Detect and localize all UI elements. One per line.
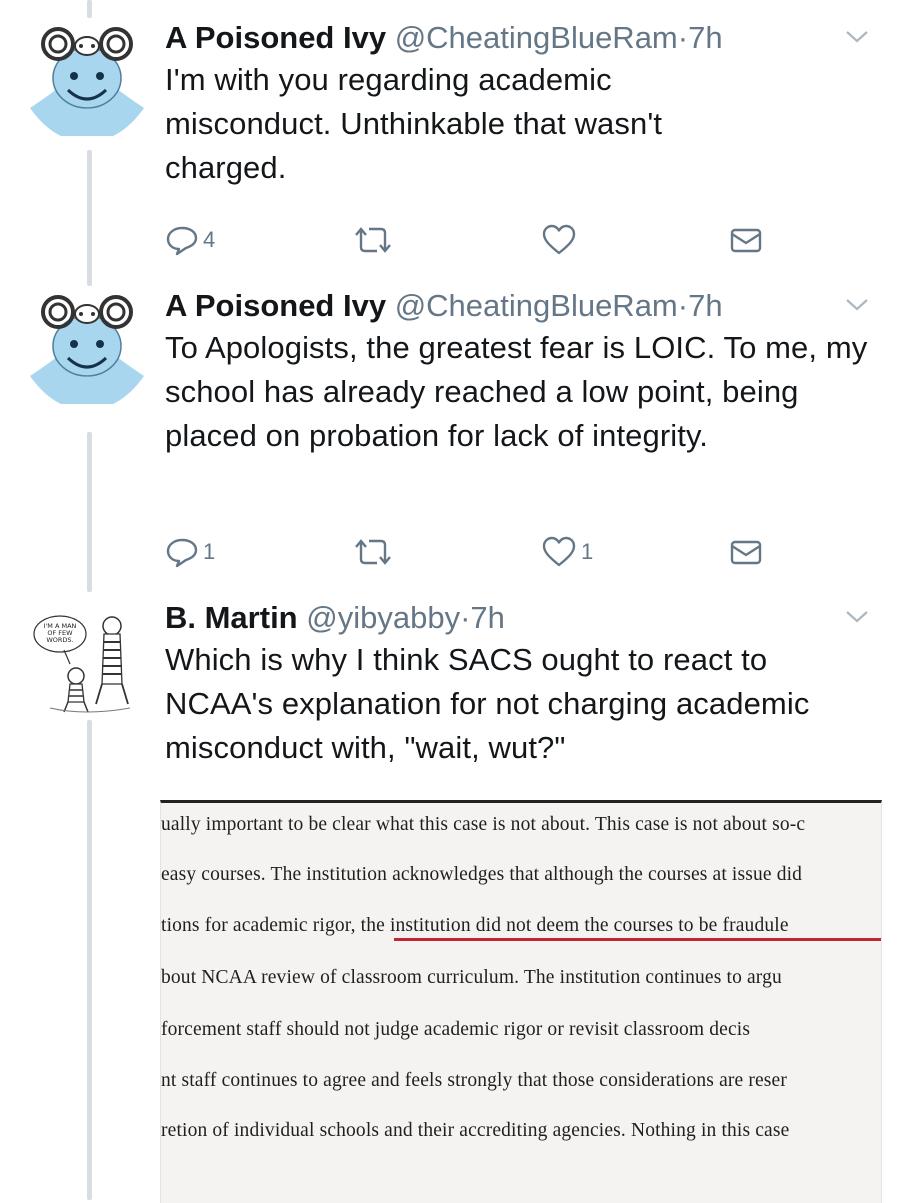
message-icon	[730, 228, 762, 253]
tweet[interactable]: A Poisoned Ivy @CheatingBlueRam·7h To Ap…	[0, 286, 907, 586]
separator-dot: ·	[677, 20, 689, 55]
chevron-down-icon[interactable]	[843, 606, 871, 626]
document-line: forcement staff should not judge academi…	[161, 1019, 751, 1040]
document-line: tions for academic rigor, the institutio…	[161, 915, 789, 936]
avatar[interactable]: I'M A MAN OF FEW WORDS.	[30, 604, 140, 716]
tweet-actions: 1 1	[165, 532, 775, 572]
retweet-icon	[355, 227, 391, 253]
tweet-text: I'm with you regarding academic miscondu…	[165, 62, 663, 185]
author-name[interactable]: A Poisoned Ivy	[165, 20, 386, 55]
ram-avatar-icon	[30, 27, 144, 136]
attached-document-image[interactable]: ually important to be clear what this ca…	[160, 800, 882, 1203]
direct-message-button[interactable]	[729, 220, 763, 260]
avatar[interactable]	[28, 18, 146, 136]
tweet-text: Which is why I think SACS ought to react…	[165, 642, 810, 765]
timestamp[interactable]: 7h	[688, 288, 722, 323]
document-line: nt staff continues to agree and feels st…	[161, 1070, 787, 1091]
chevron-down-icon[interactable]	[843, 26, 871, 46]
document-line: easy courses. The institution acknowledg…	[161, 864, 803, 885]
author-handle[interactable]: @CheatingBlueRam	[395, 20, 678, 55]
comic-avatar-icon: I'M A MAN OF FEW WORDS.	[30, 604, 140, 716]
reply-icon	[166, 226, 198, 256]
like-count: 1	[581, 539, 594, 564]
avatar[interactable]	[28, 286, 146, 404]
tweet-actions: 4	[165, 220, 775, 260]
reply-button[interactable]: 4	[165, 220, 215, 260]
like-button[interactable]: 1	[541, 532, 593, 572]
retweet-button[interactable]	[353, 532, 393, 572]
reply-count: 1	[203, 539, 216, 564]
separator-dot: ·	[677, 288, 689, 323]
document-line: bout NCAA review of classroom curriculum…	[161, 967, 782, 988]
comic-speech-text: I'M A MAN OF FEW WORDS.	[44, 622, 77, 644]
reply-button[interactable]: 1	[165, 532, 215, 572]
reply-icon	[166, 538, 198, 568]
like-icon	[542, 224, 576, 255]
tweet-header: A Poisoned Ivy @CheatingBlueRam·7h	[165, 18, 879, 58]
direct-message-button[interactable]	[729, 532, 763, 572]
timestamp[interactable]: 7h	[470, 600, 504, 635]
reply-count: 4	[203, 227, 216, 252]
separator-dot: ·	[460, 600, 471, 635]
message-icon	[730, 540, 762, 565]
red-underline-highlight	[394, 938, 881, 941]
document-line: retion of individual schools and their a…	[161, 1120, 790, 1141]
author-handle[interactable]: @yibyabby	[306, 600, 460, 635]
retweet-button[interactable]	[353, 220, 393, 260]
tweet-text: To Apologists, the greatest fear is LOIC…	[165, 330, 868, 453]
tweet[interactable]: A Poisoned Ivy @CheatingBlueRam·7h I'm w…	[0, 0, 907, 280]
timestamp[interactable]: 7h	[688, 20, 722, 55]
author-name[interactable]: A Poisoned Ivy	[165, 288, 386, 323]
tweet-header: A Poisoned Ivy @CheatingBlueRam·7h	[165, 286, 879, 326]
author-name[interactable]: B. Martin	[165, 600, 298, 635]
tweet-header: B. Martin @yibyabby·7h	[165, 598, 879, 638]
ram-avatar-icon	[30, 295, 144, 404]
like-button[interactable]	[541, 220, 581, 260]
document-line: ually important to be clear what this ca…	[161, 814, 806, 835]
retweet-icon	[355, 539, 391, 565]
chevron-down-icon[interactable]	[843, 294, 871, 314]
like-icon	[542, 536, 576, 567]
author-handle[interactable]: @CheatingBlueRam	[395, 288, 678, 323]
